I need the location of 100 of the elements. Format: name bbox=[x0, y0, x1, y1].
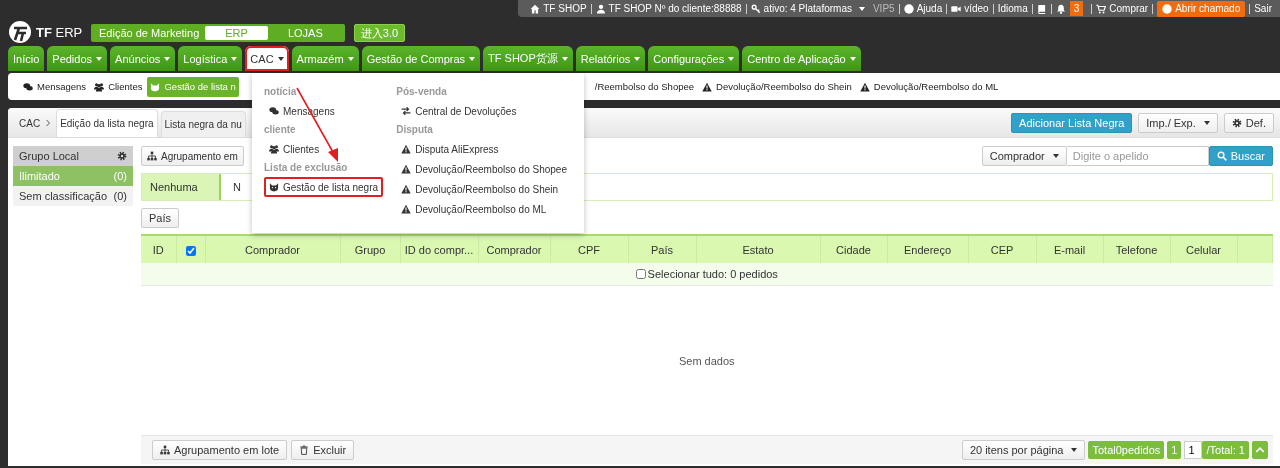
submenu-item[interactable]: /Reembolso do Shopee bbox=[594, 76, 698, 97]
column-header: Estato bbox=[696, 235, 820, 263]
users-icon bbox=[269, 144, 279, 154]
column-header: E-mail bbox=[1036, 235, 1103, 263]
column-header: País bbox=[628, 235, 696, 263]
client-link[interactable]: TF SHOP Nº do cliente:88888 bbox=[591, 3, 746, 14]
vip-label: VIP5 bbox=[871, 3, 896, 14]
nav-tab[interactable]: CAC bbox=[245, 46, 289, 71]
warning-icon bbox=[401, 164, 412, 174]
caret-icon bbox=[1203, 120, 1210, 125]
logout-link[interactable]: Sair bbox=[1250, 3, 1276, 14]
warning-icon bbox=[401, 184, 412, 194]
trash-icon bbox=[299, 445, 310, 455]
caret-icon bbox=[858, 6, 865, 11]
column-header: Celular bbox=[1170, 235, 1237, 263]
menu-item[interactable]: Disputa AliExpress bbox=[396, 139, 504, 159]
scroll-up-button[interactable] bbox=[1252, 441, 1268, 459]
chevron-icon bbox=[44, 119, 53, 127]
current-page: 1 bbox=[1167, 441, 1182, 459]
page-tab[interactable]: Lista negra da nu bbox=[160, 111, 246, 137]
help-link[interactable]: Ajuda bbox=[899, 3, 947, 14]
breadcrumb[interactable]: CAC bbox=[19, 117, 41, 129]
users-icon bbox=[94, 81, 105, 92]
logo-icon bbox=[8, 20, 32, 44]
column-header: Comprador bbox=[205, 235, 340, 263]
book-icon bbox=[1036, 3, 1047, 14]
submenu-item[interactable]: Mensagens bbox=[20, 76, 90, 97]
search-field[interactable]: Digite o apelido bbox=[1066, 146, 1209, 166]
group-item[interactable]: Sem classificação (0) bbox=[13, 186, 133, 206]
country-button[interactable]: País bbox=[141, 208, 179, 228]
column-header: CEP bbox=[968, 235, 1036, 263]
filter-option[interactable]: Nenhuma bbox=[142, 174, 221, 200]
page-total: /Total: 1 bbox=[1202, 441, 1249, 459]
caret-icon bbox=[1052, 154, 1059, 158]
menu-group-title: cliente bbox=[264, 123, 296, 137]
caret-icon bbox=[277, 56, 284, 61]
user-icon bbox=[595, 3, 606, 14]
menu-item[interactable]: Devolução/Reembolso do ML bbox=[396, 199, 552, 219]
menu-item[interactable]: Central de Devoluções bbox=[396, 101, 522, 121]
submenu-item[interactable]: Clientes bbox=[91, 76, 146, 97]
empty-message: Sem dados bbox=[678, 354, 735, 367]
submenu-item[interactable]: Devolução/Reembolso do Shein bbox=[699, 76, 855, 97]
delete-button[interactable]: Excluir bbox=[291, 440, 355, 460]
menu-item[interactable]: Gestão de lista negra bbox=[264, 177, 384, 197]
caret-icon bbox=[347, 56, 354, 61]
warning-icon bbox=[859, 81, 870, 92]
select-checkbox[interactable] bbox=[185, 245, 196, 256]
import-export-button[interactable]: Imp./ Exp. bbox=[1138, 112, 1218, 133]
edition-label: Edição de Marketing bbox=[98, 27, 201, 39]
total-label: Total0pedidos bbox=[1088, 441, 1165, 459]
cat-icon bbox=[269, 182, 279, 192]
caret-icon bbox=[469, 56, 476, 61]
search-type-dropdown[interactable]: Comprador bbox=[981, 146, 1067, 166]
grouping-button[interactable]: Agrupamento em bbox=[141, 146, 244, 166]
column-header: Cidade bbox=[820, 235, 887, 263]
menu-group-title: Disputa bbox=[396, 123, 433, 137]
caret-icon bbox=[561, 56, 568, 61]
chat-icon bbox=[269, 106, 279, 116]
language-link[interactable]: Idioma bbox=[993, 3, 1032, 14]
page-size-select[interactable]: 20 itens por página bbox=[961, 440, 1086, 460]
gear-icon bbox=[1231, 117, 1242, 128]
column-header: Endereço bbox=[887, 235, 968, 263]
caret-icon bbox=[849, 56, 856, 61]
submenu-item[interactable]: Devolução/Reembolso do ML bbox=[856, 76, 1002, 97]
warning-icon bbox=[401, 144, 412, 154]
buy-link[interactable]: Comprar bbox=[1092, 3, 1153, 14]
select-all-checkbox[interactable] bbox=[635, 268, 646, 279]
shop-link[interactable]: TF SHOP bbox=[526, 3, 591, 14]
logo-text: TF ERP bbox=[36, 24, 83, 40]
caret-icon bbox=[728, 56, 735, 61]
menu-group-title: notícia bbox=[264, 85, 297, 99]
page-input[interactable]: 1 bbox=[1184, 441, 1203, 459]
chevron-up-icon bbox=[1255, 445, 1265, 455]
batch-grouping-button[interactable]: Agrupamento em lote bbox=[152, 440, 288, 460]
chat-icon bbox=[23, 81, 33, 92]
menu-item[interactable]: Devolução/Reembolso do Shopee bbox=[396, 159, 572, 179]
home-icon bbox=[530, 3, 541, 14]
search-icon bbox=[1216, 151, 1227, 161]
caret-icon bbox=[96, 56, 103, 61]
menu-item[interactable]: Devolução/Reembolso do Shein bbox=[396, 179, 564, 199]
column-header: Comprador bbox=[478, 235, 550, 263]
video-link[interactable]: vídeo bbox=[947, 3, 993, 14]
column-header: ID bbox=[141, 235, 176, 263]
hierarchy-icon bbox=[160, 445, 170, 455]
caret-icon bbox=[231, 56, 238, 61]
group-title: Grupo Local bbox=[19, 150, 79, 162]
caret-icon bbox=[164, 56, 171, 61]
warning-icon bbox=[401, 204, 412, 214]
settings-button[interactable]: Def. bbox=[1223, 112, 1274, 133]
bell-icon bbox=[1055, 3, 1066, 14]
key-icon bbox=[750, 3, 761, 14]
hierarchy-icon bbox=[147, 151, 157, 161]
column-header: Telefone bbox=[1103, 235, 1170, 263]
video-icon bbox=[951, 3, 962, 14]
gear-icon bbox=[117, 151, 127, 161]
page-tab[interactable]: Edição da lista negra bbox=[56, 109, 158, 137]
platforms-dropdown[interactable]: ativo: 4 Plataformas bbox=[746, 3, 869, 14]
menu-item[interactable]: Clientes bbox=[264, 139, 325, 159]
cat-icon bbox=[150, 81, 161, 92]
column-header: Grupo bbox=[340, 235, 400, 263]
